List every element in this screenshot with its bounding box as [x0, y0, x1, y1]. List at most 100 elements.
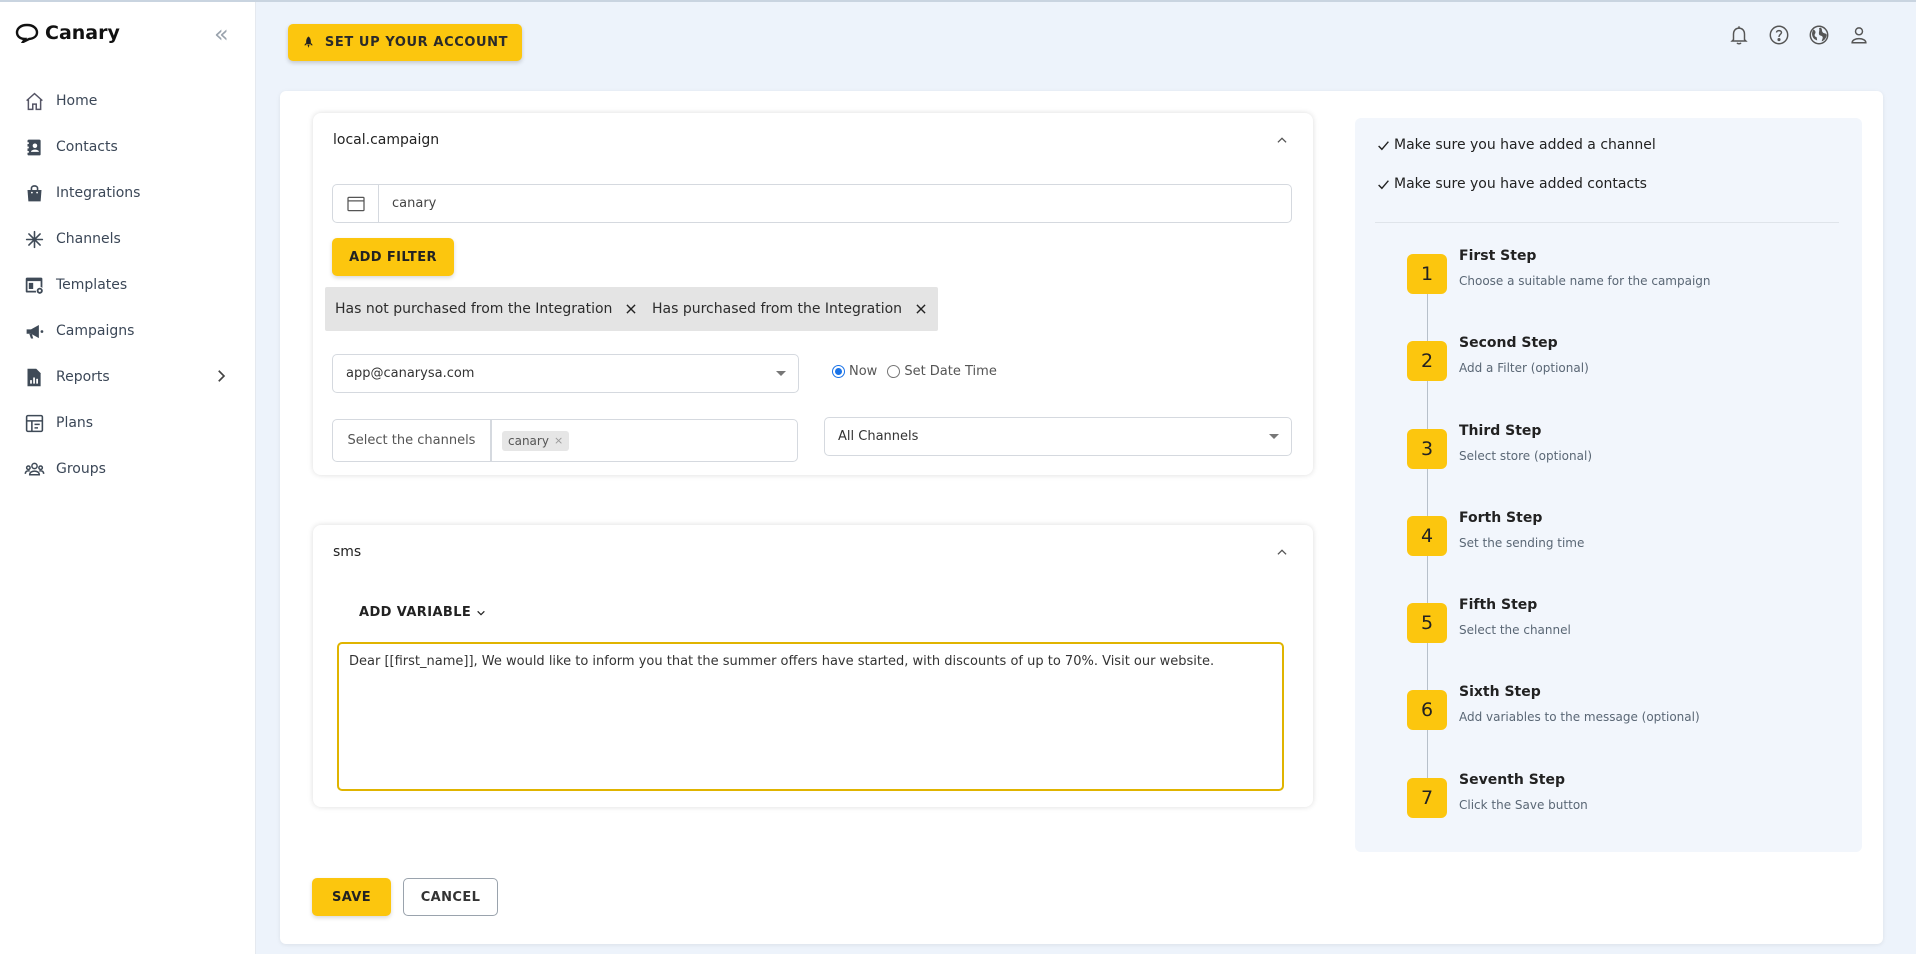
step-title: Sixth Step [1459, 684, 1541, 700]
channel-tag-label: canary [508, 433, 549, 448]
channel-tag: canary × [502, 430, 570, 451]
step-number: 3 [1407, 429, 1447, 469]
campaign-panel-title: local.campaign [333, 132, 440, 148]
check-item-label: Make sure you have added a channel [1394, 137, 1656, 153]
radio-set-date-time-label[interactable]: Set Date Time [904, 364, 997, 379]
campaign-panel: local.campaign ADD FILTER Has not purcha… [313, 113, 1313, 475]
remove-tag-icon[interactable]: × [554, 434, 563, 447]
sidebar-item-reports[interactable]: Reports [0, 354, 256, 400]
notifications-button[interactable] [1726, 22, 1752, 48]
report-icon [27, 368, 41, 386]
sidebar-item-templates[interactable]: Templates [0, 262, 256, 308]
rocket-icon [304, 36, 313, 48]
check-icon [1378, 179, 1389, 189]
step-item: 5 Fifth Step Select the channel [1407, 597, 1837, 643]
plans-icon [25, 414, 44, 432]
top-border [0, 0, 1916, 2]
step-item: 3 Third Step Select store (optional) [1407, 423, 1837, 469]
sms-panel: sms ADD VARIABLE Dear [[first_name]], We… [313, 525, 1313, 807]
step-item: 4 Forth Step Set the sending time [1407, 510, 1837, 556]
chevron-down-icon [477, 610, 485, 616]
brand[interactable]: Canary [15, 22, 120, 44]
sidebar-item-home[interactable]: Home [0, 78, 256, 124]
language-button[interactable] [1806, 22, 1832, 48]
asterisk-icon [25, 230, 44, 248]
campaign-name-input[interactable] [379, 185, 1291, 222]
caret-down-icon [1269, 434, 1279, 439]
megaphone-icon [26, 324, 44, 338]
radio-now-label[interactable]: Now [849, 364, 877, 379]
sidebar-item-contacts[interactable]: Contacts [0, 124, 256, 170]
sidebar-item-label: Reports [56, 369, 110, 385]
brand-name: Canary [45, 22, 120, 44]
globe-icon [1809, 25, 1829, 45]
save-button[interactable]: SAVE [312, 878, 391, 916]
sms-message-input[interactable]: Dear [[first_name]], We would like to in… [337, 642, 1284, 791]
step-title: Third Step [1459, 423, 1542, 439]
step-number: 6 [1407, 690, 1447, 730]
add-filter-button[interactable]: ADD FILTER [332, 238, 454, 276]
step-description: Add a Filter (optional) [1459, 361, 1589, 375]
chevron-up-icon[interactable] [1275, 545, 1289, 559]
header-icons [1726, 22, 1872, 48]
sms-panel-title: sms [333, 544, 362, 560]
step-title: First Step [1459, 248, 1537, 264]
calendar-button[interactable] [333, 185, 379, 222]
sidebar-item-label: Contacts [56, 139, 118, 155]
help-button[interactable] [1766, 22, 1792, 48]
channels-tag-input[interactable]: canary × [491, 419, 798, 462]
check-item: Make sure you have added contacts [1377, 176, 1647, 192]
add-variable-label: ADD VARIABLE [359, 605, 472, 620]
sidebar-item-label: Campaigns [56, 323, 135, 339]
filter-chip-label: Has purchased from the Integration [652, 301, 903, 317]
sidebar-item-campaigns[interactable]: Campaigns [0, 308, 256, 354]
caret-down-icon [776, 371, 786, 376]
sidebar-item-label: Integrations [56, 185, 141, 201]
help-icon [1769, 25, 1789, 45]
canary-logo-icon [15, 23, 39, 43]
step-description: Click the Save button [1459, 798, 1588, 812]
close-icon[interactable] [624, 302, 638, 316]
groups-icon [24, 462, 45, 475]
filter-chip-label: Has not purchased from the Integration [335, 301, 613, 317]
sidebar-item-label: Groups [56, 461, 106, 477]
calendar-icon [346, 196, 365, 211]
all-channels-select[interactable]: All Channels [824, 417, 1292, 456]
home-icon [26, 92, 43, 110]
setup-account-button[interactable]: SET UP YOUR ACCOUNT [288, 24, 522, 61]
step-title: Second Step [1459, 335, 1558, 351]
step-number: 7 [1407, 778, 1447, 818]
radio-set-date-time[interactable] [887, 365, 901, 378]
cancel-button[interactable]: CANCEL [403, 878, 498, 916]
step-description: Set the sending time [1459, 536, 1585, 550]
step-number: 1 [1407, 254, 1447, 294]
sidebar-nav: Home Contacts Integrations Channels Temp… [0, 78, 256, 492]
sidebar-item-integrations[interactable]: Integrations [0, 170, 256, 216]
select-channels-label: Select the channels [332, 419, 491, 462]
all-channels-value: All Channels [838, 429, 919, 444]
close-icon[interactable] [914, 302, 928, 316]
helper-panel: Make sure you have added a channel Make … [1355, 118, 1862, 852]
sidebar-item-label: Home [56, 93, 98, 109]
radio-now[interactable] [832, 365, 845, 378]
step-description: Add variables to the message (optional) [1459, 710, 1700, 724]
sidebar-item-channels[interactable]: Channels [0, 216, 256, 262]
sidebar: Canary « Home Contacts Integrations Chan… [0, 2, 256, 954]
user-icon [1851, 27, 1867, 44]
helper-divider [1375, 222, 1839, 223]
campaign-name-field [332, 184, 1292, 223]
step-item: 2 Second Step Add a Filter (optional) [1407, 335, 1837, 381]
template-icon [25, 277, 44, 295]
bell-icon [1730, 26, 1748, 45]
collapse-sidebar-icon[interactable]: « [214, 22, 236, 46]
step-description: Select store (optional) [1459, 449, 1592, 463]
chevron-right-icon[interactable] [212, 367, 230, 385]
sidebar-item-groups[interactable]: Groups [0, 446, 256, 492]
chevron-up-icon[interactable] [1275, 133, 1289, 147]
sidebar-item-plans[interactable]: Plans [0, 400, 256, 446]
sidebar-item-label: Channels [56, 231, 121, 247]
sender-select[interactable]: app@canarysa.com [332, 354, 799, 393]
add-variable-button[interactable]: ADD VARIABLE [359, 605, 486, 620]
account-button[interactable] [1846, 22, 1872, 48]
step-item: 1 First Step Choose a suitable name for … [1407, 248, 1837, 294]
